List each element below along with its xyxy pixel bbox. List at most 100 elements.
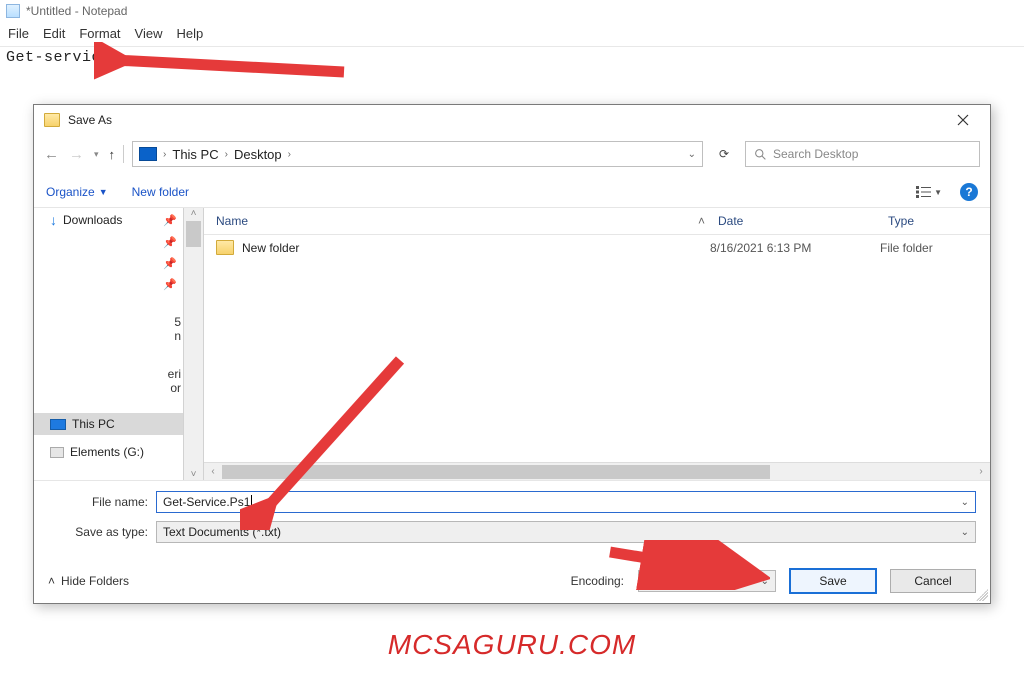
- filename-input[interactable]: Get-Service.Ps1 ⌄: [156, 491, 976, 513]
- pin-icon: 📌: [163, 236, 177, 249]
- chevron-down-icon[interactable]: ⌄: [961, 527, 969, 538]
- col-sort-indicator: ˄: [690, 208, 710, 234]
- nav-scrollbar[interactable]: ˄ ˅: [184, 208, 204, 480]
- chevron-right-icon: ›: [161, 149, 168, 160]
- nav-downloads[interactable]: ↓ Downloads 📌: [34, 208, 183, 232]
- nav-pinned-item[interactable]: 📌: [34, 274, 183, 295]
- menu-format[interactable]: Format: [79, 26, 120, 41]
- nav-pinned-item[interactable]: 📌: [34, 232, 183, 253]
- encoding-dropdown[interactable]: UTF-8 ⌄: [638, 570, 776, 592]
- notepad-icon: [6, 4, 20, 18]
- file-row[interactable]: New folder 8/16/2021 6:13 PM File folder: [204, 235, 990, 260]
- refresh-icon: ⟳: [719, 147, 729, 161]
- dialog-title: Save As: [68, 113, 112, 127]
- pin-icon: 📌: [163, 214, 177, 227]
- chevron-down-icon[interactable]: ⌄: [761, 576, 769, 587]
- chevron-down-icon[interactable]: ⌄: [961, 497, 969, 508]
- notepad-window: *Untitled - Notepad File Edit Format Vie…: [0, 0, 1024, 68]
- menu-view[interactable]: View: [135, 26, 163, 41]
- menu-help[interactable]: Help: [176, 26, 203, 41]
- chevron-up-icon: ˄: [48, 574, 55, 588]
- filename-value: Get-Service.Ps1: [163, 495, 250, 509]
- list-view-icon: [916, 186, 932, 198]
- organize-label: Organize: [46, 185, 95, 199]
- search-placeholder: Search Desktop: [773, 147, 858, 161]
- menu-edit[interactable]: Edit: [43, 26, 65, 41]
- nav-pane: ↓ Downloads 📌 📌 📌 📌 5 n eri or This PC E…: [34, 208, 184, 480]
- organize-button[interactable]: Organize ▼: [46, 185, 108, 199]
- horizontal-scrollbar[interactable]: ‹ ›: [204, 462, 990, 480]
- form-area: File name: Get-Service.Ps1 ⌄ Save as typ…: [34, 480, 990, 563]
- save-as-type-dropdown[interactable]: Text Documents (*.txt) ⌄: [156, 521, 976, 543]
- search-icon: [754, 148, 767, 161]
- pin-icon: 📌: [163, 278, 177, 291]
- hide-folders-label: Hide Folders: [61, 574, 129, 588]
- scroll-left-icon[interactable]: ‹: [204, 466, 222, 477]
- save-button[interactable]: Save: [790, 569, 876, 593]
- dialog-titlebar: Save As: [34, 105, 990, 135]
- chevron-right-icon: ›: [286, 149, 293, 160]
- nav-pinned-item[interactable]: 📌: [34, 253, 183, 274]
- address-bar[interactable]: › This PC › Desktop › ⌄: [132, 141, 703, 167]
- address-row: ← → ▾ ↑ › This PC › Desktop › ⌄ ⟳ Search…: [34, 135, 990, 177]
- back-button[interactable]: ←: [44, 146, 59, 163]
- button-row: ˄ Hide Folders Encoding: UTF-8 ⌄ Save Ca…: [34, 563, 990, 603]
- close-button[interactable]: [946, 109, 980, 131]
- file-date: 8/16/2021 6:13 PM: [710, 241, 880, 255]
- col-header-name[interactable]: Name: [204, 208, 690, 234]
- resize-grip[interactable]: [976, 589, 988, 601]
- address-dropdown-icon[interactable]: ⌄: [688, 149, 696, 160]
- savetype-value: Text Documents (*.txt): [163, 525, 281, 539]
- chevron-down-icon: ▼: [99, 187, 108, 197]
- scroll-right-icon[interactable]: ›: [972, 466, 990, 477]
- chevron-right-icon: ›: [223, 149, 230, 160]
- view-options-button[interactable]: ▼: [916, 186, 942, 198]
- text-caret: [251, 495, 252, 509]
- folder-icon: [216, 240, 234, 255]
- breadcrumb-desktop[interactable]: Desktop: [234, 147, 282, 162]
- close-icon: [957, 114, 969, 126]
- this-pc-icon: [139, 147, 157, 161]
- col-header-date[interactable]: Date: [710, 208, 880, 234]
- notepad-content[interactable]: Get-service: [0, 47, 1024, 68]
- search-box[interactable]: Search Desktop: [745, 141, 980, 167]
- nav-this-pc[interactable]: This PC: [34, 413, 183, 435]
- notepad-title: *Untitled - Notepad: [26, 4, 127, 18]
- nav-downloads-label: Downloads: [63, 213, 122, 227]
- breadcrumb-thispc[interactable]: This PC: [172, 147, 218, 162]
- drive-icon: [50, 447, 64, 458]
- monitor-icon: [50, 419, 66, 430]
- column-headers: Name ˄ Date Type: [204, 208, 990, 235]
- help-button[interactable]: ?: [960, 183, 978, 201]
- nav-truncated-item[interactable]: eri: [34, 367, 183, 381]
- encoding-value: UTF-8: [645, 574, 679, 588]
- recent-dropdown[interactable]: ▾: [94, 149, 99, 160]
- cancel-button[interactable]: Cancel: [890, 569, 976, 593]
- nav-truncated-item[interactable]: or: [34, 381, 183, 395]
- refresh-button[interactable]: ⟳: [711, 141, 737, 167]
- file-type: File folder: [880, 241, 990, 255]
- new-folder-button[interactable]: New folder: [132, 185, 189, 199]
- nav-this-pc-label: This PC: [72, 417, 115, 431]
- forward-button[interactable]: →: [69, 146, 84, 163]
- nav-separator: [123, 145, 124, 163]
- notepad-menubar: File Edit Format View Help: [0, 22, 1024, 47]
- file-list[interactable]: New folder 8/16/2021 6:13 PM File folder: [203, 235, 990, 462]
- filename-label: File name:: [48, 495, 156, 509]
- explorer-area: ↓ Downloads 📌 📌 📌 📌 5 n eri or This PC E…: [34, 208, 990, 480]
- hide-folders-button[interactable]: ˄ Hide Folders: [48, 574, 129, 588]
- nav-drive-elements[interactable]: Elements (G:): [34, 441, 183, 463]
- chevron-down-icon: ▼: [934, 188, 942, 197]
- nav-truncated-item[interactable]: n: [34, 329, 183, 343]
- savetype-label: Save as type:: [48, 525, 156, 539]
- dialog-icon: [44, 113, 60, 127]
- nav-truncated-item[interactable]: 5: [34, 315, 183, 329]
- notepad-titlebar: *Untitled - Notepad: [0, 0, 1024, 22]
- menu-file[interactable]: File: [8, 26, 29, 41]
- scroll-thumb[interactable]: [222, 465, 770, 479]
- toolbar: Organize ▼ New folder ▼ ?: [34, 177, 990, 208]
- nav-arrows: ← → ▾ ↑: [44, 146, 115, 163]
- file-pane: Name ˄ Date Type New folder 8/16/2021 6:…: [204, 208, 990, 480]
- up-button[interactable]: ↑: [109, 147, 116, 162]
- col-header-type[interactable]: Type: [880, 208, 990, 234]
